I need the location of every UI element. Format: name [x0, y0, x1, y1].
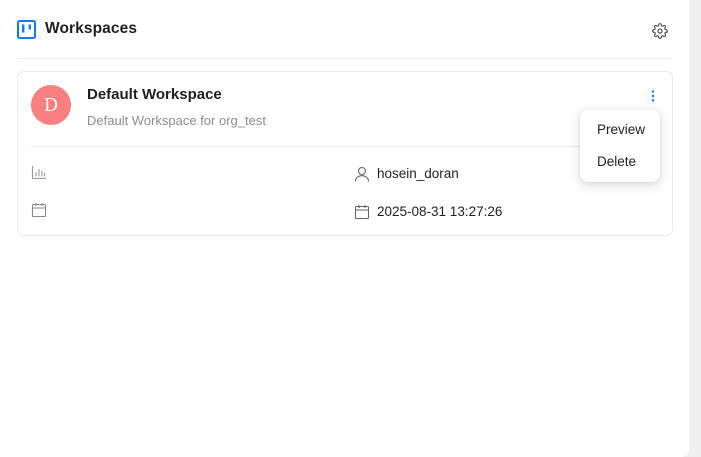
- menu-item-preview[interactable]: Preview: [580, 114, 660, 146]
- calendar-icon: [354, 204, 370, 220]
- avatar: D: [31, 85, 71, 125]
- user-icon: [354, 166, 370, 182]
- workspace-name[interactable]: Default Workspace: [87, 86, 222, 103]
- gear-icon[interactable]: [652, 23, 668, 39]
- kanban-board-icon: [17, 19, 36, 39]
- workspace-created-date: 2025-08-31 13:27:26: [377, 204, 503, 219]
- vertical-dots-icon[interactable]: [646, 88, 660, 104]
- card-divider: [30, 146, 660, 147]
- workspace-card[interactable]: D Default Workspace Default Workspace fo…: [17, 71, 673, 236]
- page-title: Workspaces: [45, 20, 138, 37]
- workspace-actions-menu: Preview Delete: [580, 110, 660, 182]
- bar-chart-icon: [31, 164, 47, 180]
- panel-header: Workspaces: [17, 0, 672, 59]
- workspace-description: Default Workspace for org_test: [87, 113, 266, 128]
- menu-item-delete[interactable]: Delete: [580, 146, 660, 178]
- calendar-icon: [31, 202, 47, 218]
- workspaces-panel: Workspaces D Default Workspace Default W…: [0, 0, 689, 457]
- workspace-owner: hosein_doran: [377, 166, 459, 181]
